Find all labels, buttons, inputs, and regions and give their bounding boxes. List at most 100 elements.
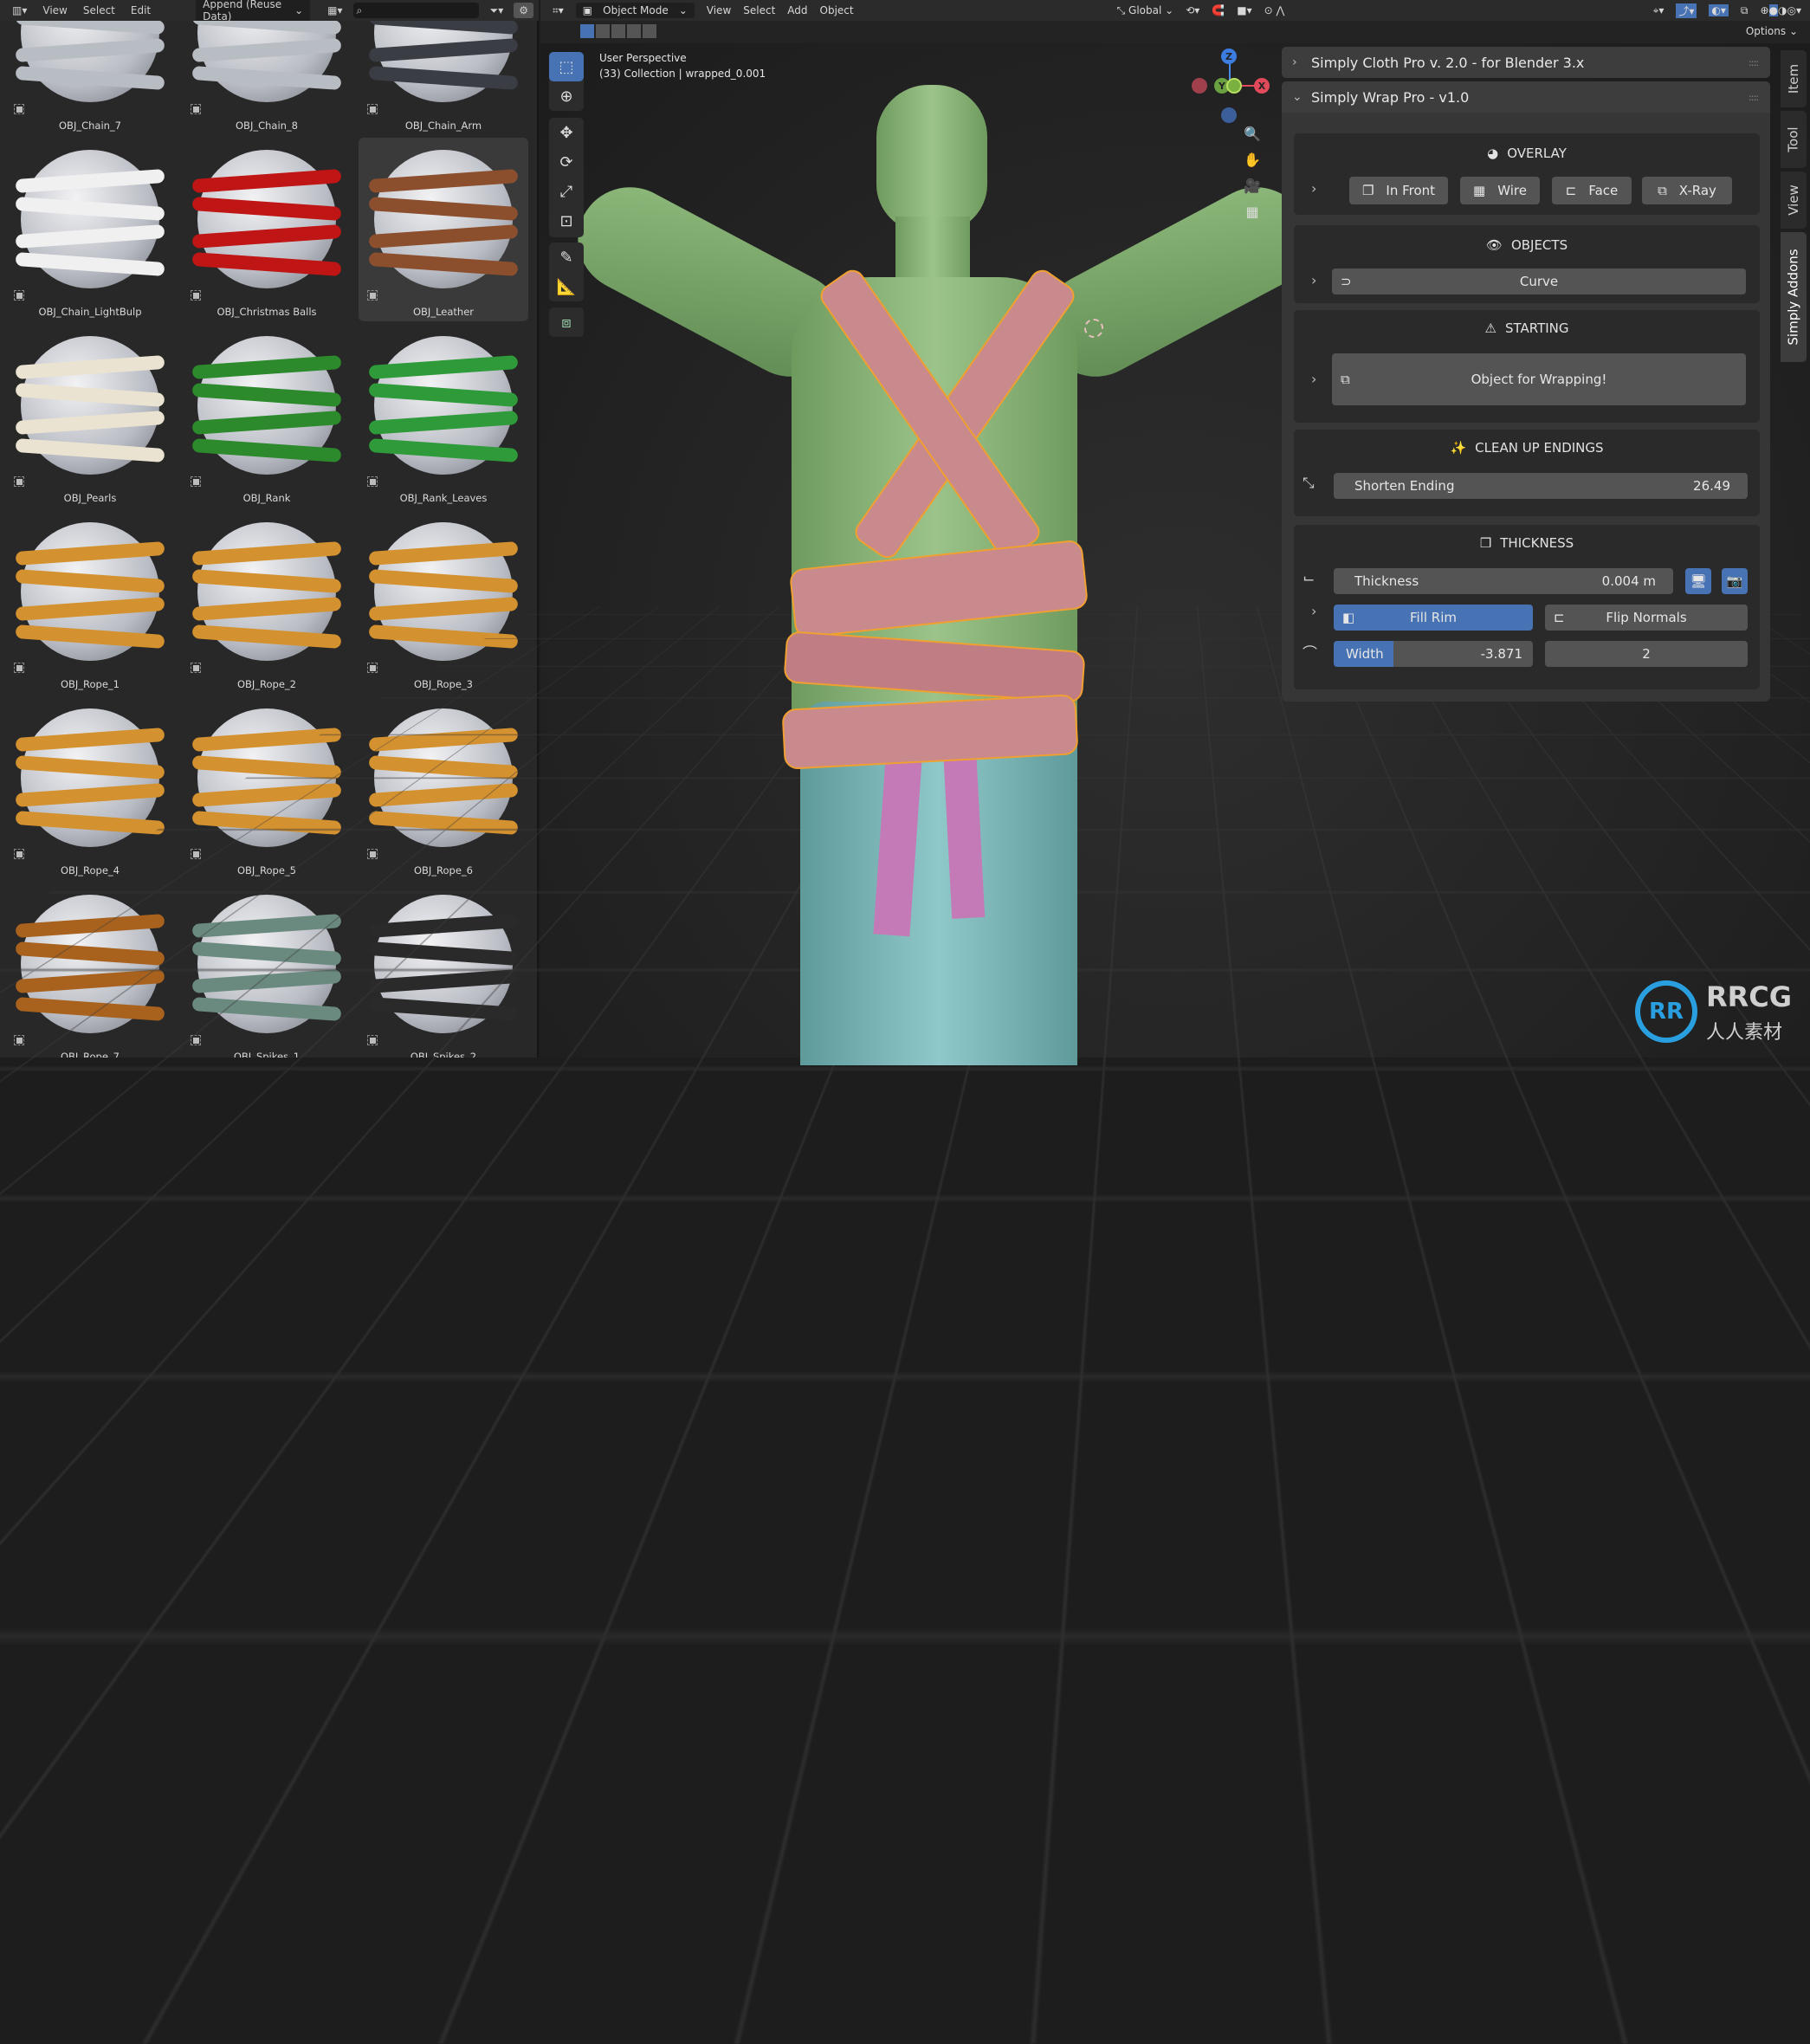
menu-view[interactable]: View — [707, 4, 731, 16]
cursor-tool-icon[interactable]: ⊕ — [549, 81, 584, 111]
editor-type-icon[interactable]: ⌗▾ — [553, 4, 564, 17]
tab-view[interactable]: View — [1781, 171, 1807, 229]
orientation-dropdown[interactable]: ⤡ Global ⌄ — [1117, 4, 1174, 17]
camera-icon[interactable]: 🎥 — [1240, 173, 1264, 197]
watermark-brand: RRCG — [1706, 980, 1793, 1013]
select-new-icon[interactable] — [580, 24, 594, 38]
viewport-display-toggle[interactable]: 🖥 — [1685, 568, 1711, 594]
asset-tile[interactable]: OBJ_Pearls — [5, 324, 175, 508]
asset-tile[interactable]: OBJ_Christmas Balls — [182, 138, 352, 321]
navigation-gizmo[interactable]: Z Y X — [1192, 49, 1287, 126]
menu-select[interactable]: Select — [78, 3, 120, 18]
flip-normals-toggle[interactable]: ⊏ Flip Normals — [1545, 605, 1748, 631]
select-extend-icon[interactable] — [596, 24, 610, 38]
gizmo-z[interactable]: Z — [1221, 49, 1237, 64]
select-intersect-icon[interactable] — [643, 24, 656, 38]
rotate-icon[interactable]: ⟳ — [549, 147, 584, 177]
menu-view[interactable]: View — [37, 3, 72, 18]
shorten-ending-field[interactable]: Shorten Ending 26.49 — [1334, 473, 1748, 499]
in-front-button[interactable]: ❐ In Front — [1349, 177, 1448, 204]
xray-button[interactable]: ⧉ X-Ray — [1642, 177, 1732, 204]
asset-tile[interactable]: OBJ_Rank — [182, 324, 352, 508]
tab-item[interactable]: Item — [1781, 50, 1807, 107]
face-button[interactable]: ⊏ Face — [1552, 177, 1632, 204]
filter-icon[interactable]: ⏷▾ — [485, 3, 509, 19]
add-cube-icon[interactable]: ⧈ — [549, 307, 584, 337]
gizmo-neg-y[interactable] — [1226, 78, 1242, 94]
shading-modes[interactable]: ⊕●◑◎▾ — [1760, 4, 1801, 16]
perspective-grid-icon[interactable]: ▦ — [1240, 199, 1264, 223]
segments-field[interactable]: 2 — [1545, 641, 1748, 667]
mode-dropdown[interactable]: ▣ Object Mode ⌄ — [575, 3, 695, 18]
tab-simply-addons[interactable]: Simply Addons — [1781, 232, 1807, 362]
drag-handle-icon[interactable]: :::: — [1749, 92, 1759, 103]
options-dropdown[interactable]: Options ⌄ — [1746, 25, 1798, 37]
asset-tile[interactable]: OBJ_Rope_1 — [5, 510, 175, 694]
pivot-icon[interactable]: ⟲▾ — [1186, 4, 1199, 16]
gear-icon[interactable]: ⚙ — [514, 3, 533, 18]
select-invert-icon[interactable] — [627, 24, 641, 38]
asset-name: OBJ_Pearls — [63, 492, 117, 504]
overlay-toggle-icon[interactable]: ⤴▾ — [1676, 3, 1697, 18]
search-input[interactable]: ⌕ — [352, 3, 479, 18]
move-icon[interactable]: ✥ — [549, 118, 584, 147]
asset-tile[interactable]: OBJ_Chain_7 — [5, 21, 175, 135]
asset-thumbnail-band — [191, 355, 342, 379]
chevron-right-icon[interactable]: › — [1311, 371, 1316, 387]
asset-tile[interactable]: OBJ_Rope_2 — [182, 510, 352, 694]
toolbar-group-transform: ✥ ⟳ ⤢ ⊡ — [549, 118, 584, 237]
thickness-field[interactable]: Thickness 0.004 m — [1334, 568, 1673, 594]
scale-icon[interactable]: ⤢ — [549, 177, 584, 206]
asset-type-icon — [14, 290, 24, 301]
proportional-edit-icon[interactable]: ⊙ ⋀ — [1264, 4, 1285, 16]
tab-tool[interactable]: Tool — [1781, 111, 1807, 168]
menu-add[interactable]: Add — [787, 4, 807, 16]
rrcg-logo-icon: RR — [1635, 980, 1697, 1043]
editor-type-icon[interactable]: ▥▾ — [7, 3, 32, 18]
asset-tile[interactable]: OBJ_Chain_LightBulp — [5, 138, 175, 321]
chevron-right-icon[interactable]: › — [1311, 272, 1316, 288]
xray-toggle-icon[interactable]: ◐▾ — [1709, 4, 1729, 16]
asset-type-icon — [191, 104, 201, 114]
gizmo-neg-x[interactable] — [1192, 78, 1207, 94]
select-box-icon[interactable]: ⬚ — [549, 52, 584, 81]
gizmo-neg-z[interactable] — [1221, 107, 1237, 123]
fill-rim-toggle[interactable]: ◧ Fill Rim — [1334, 605, 1533, 631]
menu-object[interactable]: Object — [820, 4, 854, 16]
render-toggle[interactable]: 📷 — [1722, 568, 1748, 594]
section-starting: ⚠ STARTING › ⧉ Object for Wrapping! — [1294, 310, 1760, 423]
menu-select[interactable]: Select — [743, 4, 775, 16]
snap-target-icon[interactable]: ■▾ — [1237, 4, 1251, 16]
asset-tile[interactable]: OBJ_Rank_Leaves — [359, 324, 528, 508]
gizmo-toggle-icon[interactable]: ⌖▾ — [1653, 4, 1665, 17]
object-for-wrapping-button[interactable]: ⧉ Object for Wrapping! — [1332, 353, 1746, 405]
face-icon: ⊏ — [1565, 183, 1577, 198]
asset-thumbnail-band — [15, 411, 165, 435]
width-slider[interactable]: Width -3.871 — [1334, 641, 1533, 667]
snap-icon[interactable]: 🧲 — [1212, 4, 1225, 16]
curve-button[interactable]: ⊃ Curve — [1332, 268, 1746, 294]
panel-simply-wrap-pro[interactable]: ⌄ Simply Wrap Pro - v1.0 :::: — [1282, 81, 1770, 113]
drag-handle-icon[interactable]: :::: — [1749, 57, 1759, 68]
gizmo-x[interactable]: X — [1254, 78, 1270, 94]
asset-tile[interactable]: OBJ_Leather — [359, 138, 528, 321]
display-mode-icon[interactable]: ▦▾ — [322, 3, 347, 18]
menu-edit[interactable]: Edit — [126, 3, 156, 18]
asset-thumbnail — [191, 336, 342, 475]
panel-simply-cloth-pro[interactable]: › Simply Cloth Pro v. 2.0 - for Blender … — [1282, 47, 1770, 78]
select-subtract-icon[interactable] — [611, 24, 625, 38]
annotate-icon[interactable]: ✎ — [549, 243, 584, 272]
asset-thumbnail — [191, 21, 342, 102]
measure-icon[interactable]: 📐 — [549, 272, 584, 301]
zoom-icon[interactable]: 🔍 — [1240, 121, 1264, 146]
xray-icon[interactable]: ⧉ — [1741, 4, 1749, 17]
starting-heading: ⚠ STARTING — [1484, 320, 1569, 336]
asset-thumbnail-band — [15, 252, 165, 276]
asset-tile[interactable]: OBJ_Chain_Arm — [359, 21, 528, 135]
asset-tile[interactable]: OBJ_Chain_8 — [182, 21, 352, 135]
chevron-right-icon[interactable]: › — [1311, 603, 1316, 619]
pan-hand-icon[interactable]: ✋ — [1240, 147, 1264, 171]
chevron-right-icon[interactable]: › — [1311, 180, 1316, 197]
wire-button[interactable]: ▦ Wire — [1460, 177, 1540, 204]
transform-icon[interactable]: ⊡ — [549, 206, 584, 236]
